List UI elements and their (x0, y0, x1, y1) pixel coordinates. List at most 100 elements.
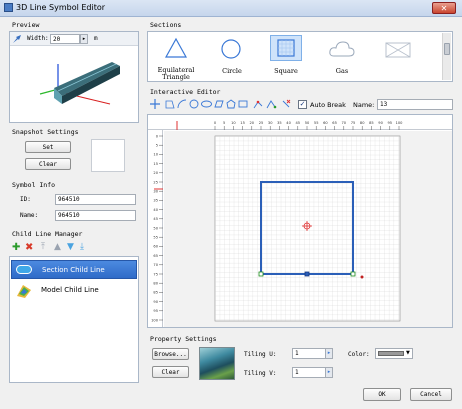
ruler-tick-label: 75 (351, 121, 356, 125)
ruler-tick-label: 95 (388, 121, 393, 125)
ruler-tick-label: 45 (296, 121, 301, 125)
ruler-tick-label: 50 (305, 121, 310, 125)
id-field[interactable]: 964510 (55, 194, 136, 205)
circle-icon (221, 39, 241, 59)
ruler-tick-label: 45 (153, 217, 158, 221)
list-item-section[interactable]: Section Child Line (11, 260, 137, 279)
id-label: ID: (20, 196, 31, 203)
end-marker (360, 275, 364, 279)
ruler-tick-label: 80 (360, 121, 365, 125)
move-up-icon[interactable]: ▲ (54, 242, 61, 252)
title-bar: 3D Line Symbol Editor ✕ (0, 0, 462, 17)
section-item-triangle[interactable]: Equilateral Triangle (154, 35, 198, 81)
ruler-tick-label: 10 (153, 153, 158, 157)
rectangle-icon[interactable] (238, 99, 248, 109)
vertex-handle[interactable] (258, 271, 264, 277)
preview-toolbar: Width: 20 ▸ m (10, 32, 138, 46)
move-top-icon[interactable]: ⤒ (41, 242, 45, 252)
ruler-tick-label: 0 (156, 134, 159, 138)
vertical-ruler-svg: 0 5 10 15 20 25 30 35 40 45 50 55 60 65 70 75 80 85 90 95 10… (151, 134, 163, 322)
auto-break-checkbox[interactable]: ✓ (298, 100, 307, 109)
pointer-icon[interactable] (12, 34, 22, 44)
child-manager-heading: Child Line Manager (12, 230, 83, 238)
move-vertex-icon[interactable] (266, 99, 277, 109)
snapshot-clear-button[interactable]: Clear (25, 158, 71, 170)
ellipse-icon[interactable] (201, 99, 212, 109)
scrollbar-thumb[interactable] (444, 43, 450, 55)
ruler-tick-label: 60 (323, 121, 328, 125)
section-item-square[interactable] (270, 35, 302, 61)
section-item-gas[interactable]: Gas (320, 35, 364, 80)
section-label: Equilateral Triangle (157, 66, 195, 81)
move-icon[interactable] (150, 99, 160, 109)
ruler-tick-label: 85 (369, 121, 374, 125)
ruler-tick-label: 90 (378, 121, 383, 125)
delete-vertex-icon[interactable] (281, 99, 291, 109)
tiling-v-label: Tiling V: (244, 370, 277, 377)
ruler-tick-label: 70 (342, 121, 347, 125)
add-icon[interactable]: ✚ (12, 242, 20, 253)
ruler-tick-label: 60 (153, 245, 158, 249)
color-label: Color: (348, 351, 370, 358)
width-input[interactable]: 20 (50, 34, 80, 44)
circle-tool-icon[interactable] (189, 99, 199, 109)
ruler-tick-label: 95 (153, 309, 158, 313)
list-item-model[interactable]: Model Child Line (11, 281, 137, 300)
editor-name-label: Name: (353, 101, 375, 109)
parallelogram-icon[interactable] (214, 99, 224, 109)
editor-workspace[interactable] (164, 131, 452, 327)
ruler-tick-label: 40 (153, 208, 158, 212)
tiling-v-input[interactable]: 1 (292, 367, 326, 378)
arc-icon[interactable] (177, 99, 187, 109)
sections-gallery: Equilateral Triangle Circle Square Gas (147, 31, 453, 82)
texture-clear-button[interactable]: Clear (152, 366, 189, 378)
property-heading: Property Settings (150, 335, 217, 343)
name-field[interactable]: 964510 (55, 210, 136, 221)
delete-icon[interactable]: ✖ (25, 242, 33, 253)
tiling-u-spin[interactable]: ▸ (325, 348, 333, 359)
sections-scrollbar[interactable] (442, 33, 451, 80)
width-spin-button[interactable]: ▸ (80, 34, 88, 44)
cloud-icon (329, 41, 355, 57)
triangle-icon (164, 37, 188, 58)
ruler-tick-label: 90 (153, 300, 158, 304)
section-item-circle[interactable]: Circle (210, 35, 254, 80)
ruler-tick-label: 80 (153, 282, 158, 286)
ruler-tick-label: 75 (153, 272, 158, 276)
ruler-tick-label: 50 (153, 226, 158, 230)
ok-button[interactable]: OK (363, 388, 401, 401)
tiling-u-input[interactable]: 1 (292, 348, 326, 359)
color-picker[interactable]: ▼ (375, 348, 413, 359)
cancel-button[interactable]: Cancel (410, 388, 452, 401)
move-down-icon[interactable]: ▼ (67, 242, 74, 252)
section-item-envelope[interactable] (376, 35, 420, 80)
list-item-label: Section Child Line (42, 266, 105, 274)
vertex-handle[interactable] (350, 271, 356, 277)
ruler-tick-label: 20 (153, 171, 158, 175)
tube-icon (16, 265, 32, 274)
snapshot-set-button[interactable]: Set (25, 141, 71, 153)
ruler-tick-label: 35 (153, 199, 158, 203)
snapshot-thumbnail (91, 139, 125, 172)
close-button[interactable]: ✕ (432, 2, 456, 14)
editor-name-input[interactable]: 13 (377, 99, 453, 110)
section-label: Circle (222, 67, 242, 75)
pentagon-icon[interactable] (226, 99, 236, 109)
ruler-tick-label: 25 (259, 121, 264, 125)
window-title: 3D Line Symbol Editor (16, 3, 106, 12)
polyline-icon[interactable] (165, 99, 175, 109)
grid-canvas[interactable] (164, 131, 452, 327)
add-vertex-icon[interactable] (253, 99, 264, 109)
vertex-handle[interactable] (304, 271, 310, 277)
preview-3d-view[interactable] (10, 46, 138, 122)
browse-button[interactable]: Browse... (152, 348, 189, 360)
ruler-tick-label: 35 (277, 121, 282, 125)
width-unit: m (94, 35, 98, 42)
move-bottom-icon[interactable]: ⤓ (80, 242, 84, 252)
color-swatch (378, 351, 404, 356)
tiling-v-spin[interactable]: ▸ (325, 367, 333, 378)
ruler-tick-label: 20 (250, 121, 255, 125)
snapshot-heading: Snapshot Settings (12, 128, 79, 136)
grid-lines (215, 136, 400, 321)
model-icon (17, 285, 31, 298)
